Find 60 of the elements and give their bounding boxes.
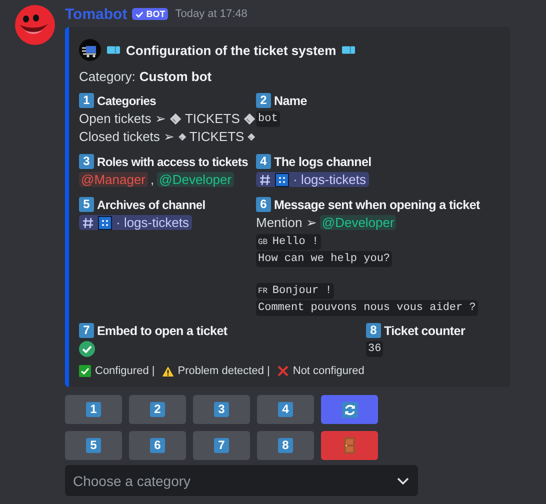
field-name: Name: [274, 94, 307, 108]
category-label: Category:: [79, 69, 136, 84]
number-keycap: 7: [79, 323, 94, 338]
number-button[interactable]: 7: [193, 431, 250, 460]
number-keycap: 2: [256, 93, 271, 108]
cart-logo-icon: [79, 39, 101, 61]
inline-code: 36: [366, 340, 384, 356]
category-value: Custom bot: [139, 69, 212, 84]
number-button[interactable]: 8: [257, 431, 314, 460]
number-keycap: 5: [79, 197, 94, 212]
number-keycap: 6: [256, 197, 271, 212]
channel-mention[interactable]: · logs-tickets: [256, 172, 369, 187]
refresh-icon: [342, 402, 358, 418]
field-name: Categories: [97, 94, 156, 108]
bot-badge: BOT: [132, 8, 168, 20]
number-button[interactable]: 2: [129, 395, 186, 424]
category-line-label: Closed tickets ➢: [79, 129, 175, 144]
role-mention[interactable]: @Developer: [157, 172, 234, 187]
door-icon: [344, 437, 355, 454]
field-name: Roles with access to tickets: [97, 154, 248, 168]
hash-icon: [259, 174, 271, 186]
number-button[interactable]: 1: [65, 395, 122, 424]
refresh-button[interactable]: [321, 395, 378, 424]
mention-label: Mention ➢: [256, 215, 317, 230]
dots-square-icon: [98, 216, 112, 230]
number-button[interactable]: 4: [257, 395, 314, 424]
number-button[interactable]: 6: [129, 431, 186, 460]
embed-title: Configuration of the ticket system: [126, 42, 336, 58]
category-name: TICKETS: [184, 111, 240, 126]
number-keycap: 3: [79, 154, 94, 169]
number-keycap: 8: [366, 323, 381, 338]
chevron-down-icon: [397, 476, 409, 484]
role-mention[interactable]: @Developer: [320, 215, 396, 230]
field-name: Archives of channel: [97, 198, 206, 212]
warning-icon: [162, 366, 174, 376]
category-dropdown[interactable]: Choose a category: [65, 465, 418, 496]
legend-label: Not configured: [292, 365, 364, 377]
field-name: Ticket counter: [384, 324, 466, 338]
role-mention[interactable]: @Manager: [79, 172, 148, 187]
hash-icon: [82, 216, 94, 228]
number-button[interactable]: 5: [65, 431, 122, 460]
timestamp: Today at 17:48: [175, 8, 248, 20]
field-name: Embed to open a ticket: [97, 324, 228, 338]
field-name: The logs channel: [274, 154, 372, 168]
dots-square-icon: [275, 172, 289, 186]
number-keycap: 4: [256, 154, 271, 169]
category-name: TICKETS: [189, 129, 244, 144]
number-keycap: 1: [79, 93, 94, 108]
category-line-label: Open tickets ➢: [79, 111, 166, 126]
number-button[interactable]: 3: [193, 395, 250, 424]
separator-text: ,: [150, 172, 154, 187]
channel-mention[interactable]: · logs-tickets: [79, 215, 192, 230]
author-name[interactable]: Tomabot: [65, 6, 128, 22]
cross-icon: [276, 365, 289, 377]
field-name: Message sent when opening a ticket: [274, 198, 480, 212]
avatar-icon[interactable]: [15, 5, 55, 45]
legend-label: Problem detected |: [178, 365, 270, 377]
check-box-icon: [79, 365, 91, 377]
legend-label: Configured |: [95, 365, 155, 377]
inline-code: bot: [256, 110, 280, 126]
